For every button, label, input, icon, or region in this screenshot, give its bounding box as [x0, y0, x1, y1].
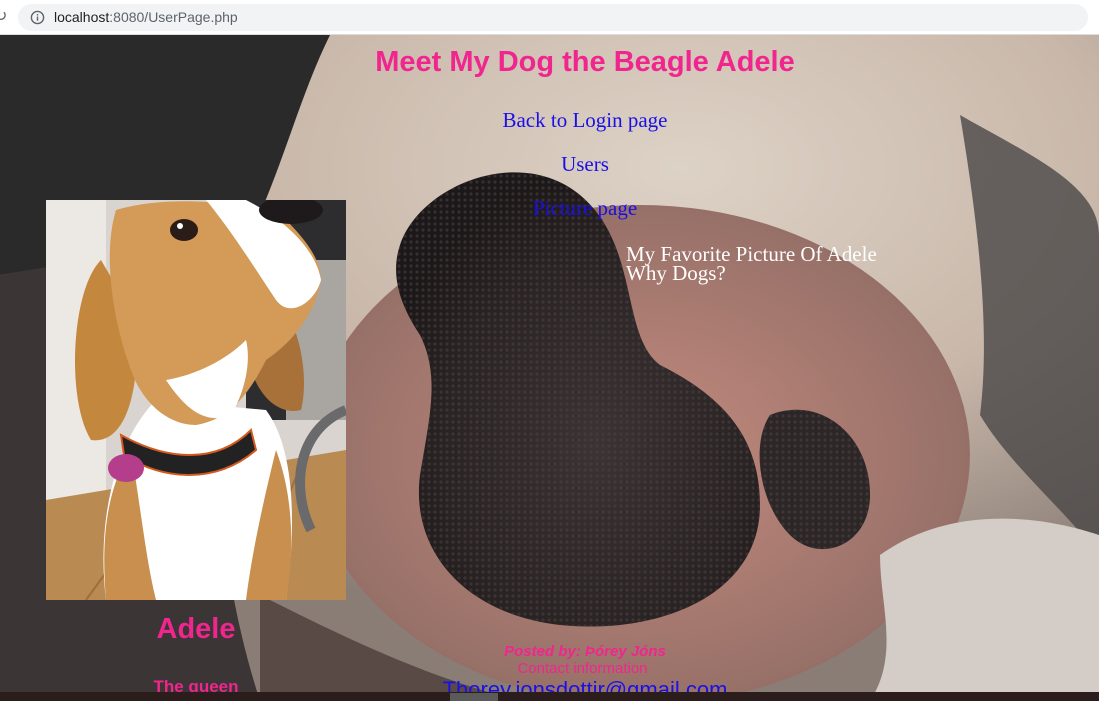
info-icon[interactable]: [30, 10, 45, 25]
back-to-login-link[interactable]: Back to Login page: [0, 108, 1099, 132]
scrollbar-thumb[interactable]: [450, 693, 498, 701]
url-text[interactable]: localhost:8080/UserPage.php: [54, 9, 238, 26]
favorite-section: My Favorite Picture Of Adele Why Dogs?: [626, 244, 877, 285]
profile-name: Adele: [156, 613, 236, 645]
profile-photo: [46, 200, 346, 600]
posted-by: Posted by: Þórey Jóns: [504, 643, 666, 660]
horizontal-scrollbar[interactable]: [0, 692, 1099, 701]
page-viewport: Meet My Dog the Beagle Adele Back to Log…: [0, 35, 1099, 701]
url-host: localhost: [54, 9, 110, 25]
users-link[interactable]: Users: [0, 152, 1099, 176]
browser-toolbar: ↻ localhost:8080/UserPage.php: [0, 0, 1099, 35]
why-dogs-text: Why Dogs?: [626, 261, 726, 285]
page-title: Meet My Dog the Beagle Adele: [375, 46, 795, 78]
contact-label: Contact information: [517, 660, 648, 677]
url-path: :8080/UserPage.php: [109, 9, 238, 25]
reload-icon[interactable]: ↻: [0, 8, 7, 24]
address-bar[interactable]: localhost:8080/UserPage.php: [18, 4, 1088, 31]
